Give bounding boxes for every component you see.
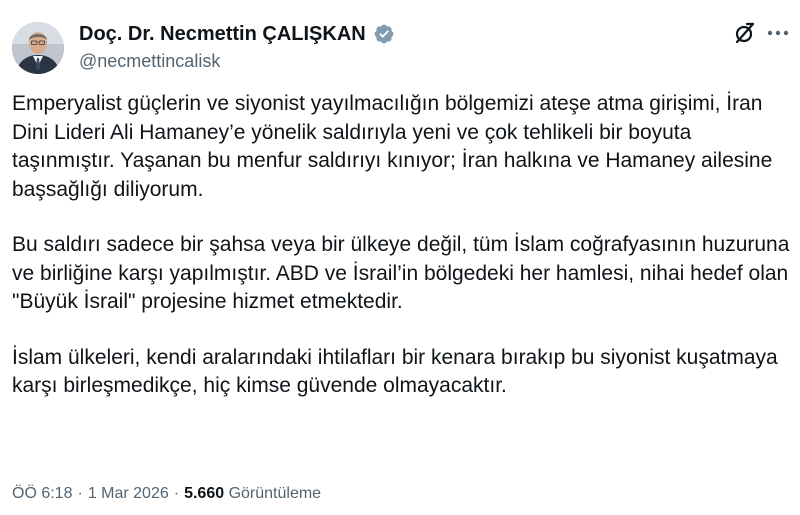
separator: · (77, 485, 83, 502)
more-options-icon[interactable] (765, 21, 791, 45)
grok-icon[interactable] (733, 21, 757, 45)
tweet-meta: ÖÖ 6:18 · 1 Mar 2026 · 5.660 Görüntüleme (12, 483, 321, 505)
tweet-paragraph: İslam ülkeleri, kendi aralarındaki ihtil… (12, 345, 778, 398)
author-handle[interactable]: @necmettincalisk (79, 49, 220, 73)
tweet-text: Emperyalist güçlerin ve siyonist yayılma… (12, 90, 792, 428)
tweet-time[interactable]: ÖÖ 6:18 (12, 485, 72, 502)
views-label[interactable]: Görüntüleme (229, 485, 322, 502)
avatar[interactable] (12, 22, 64, 74)
tweet-card: Doç. Dr. Necmettin ÇALIŞKAN @necmettinca… (0, 0, 800, 515)
views-count[interactable]: 5.660 (184, 485, 224, 502)
separator: · (173, 485, 180, 502)
author-name-row: Doç. Dr. Necmettin ÇALIŞKAN (79, 21, 395, 47)
verified-badge-icon[interactable] (373, 23, 395, 45)
author-name[interactable]: Doç. Dr. Necmettin ÇALIŞKAN (79, 21, 366, 47)
tweet-date[interactable]: 1 Mar 2026 (88, 485, 169, 502)
tweet-paragraph: Bu saldırı sadece bir şahsa veya bir ülk… (12, 233, 790, 313)
tweet-paragraph: Emperyalist güçlerin ve siyonist yayılma… (12, 92, 773, 201)
